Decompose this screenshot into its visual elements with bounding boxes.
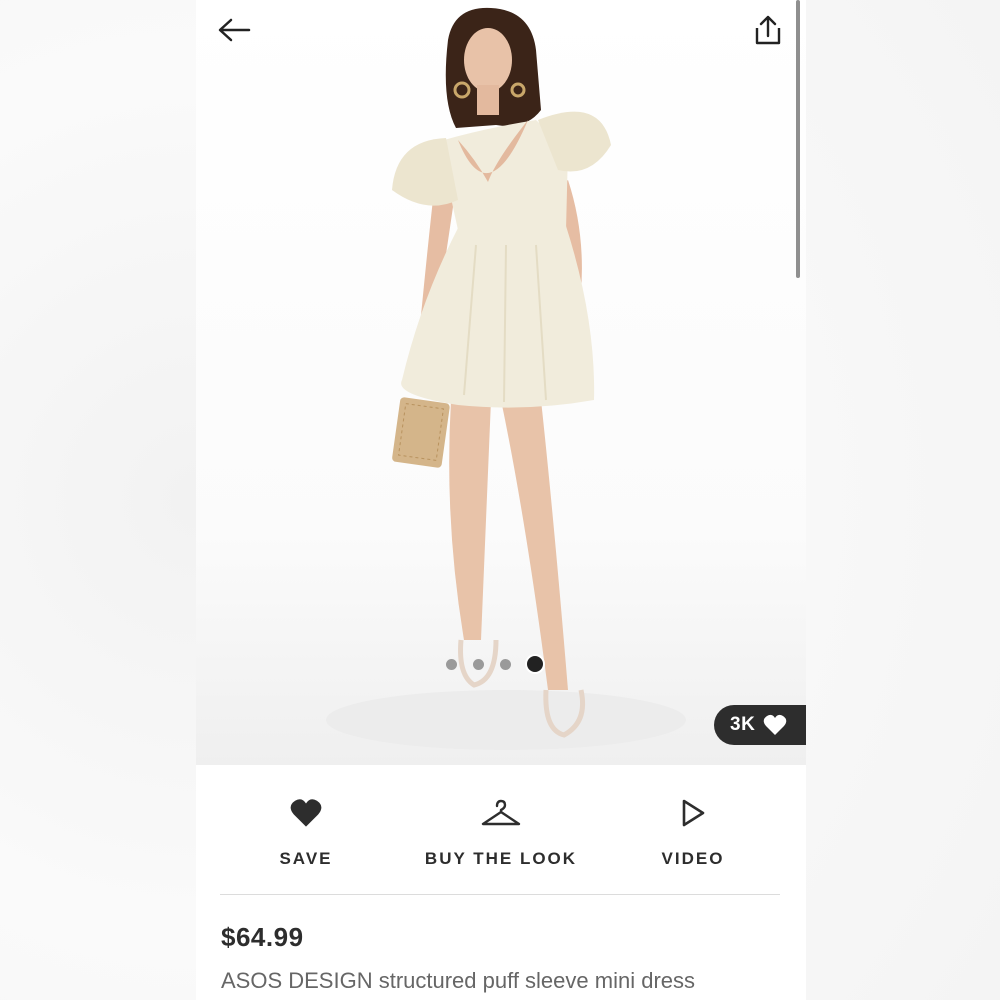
video-label: VIDEO bbox=[661, 849, 725, 868]
share-icon bbox=[755, 15, 781, 45]
hanger-icon bbox=[481, 799, 521, 826]
carousel-indicator bbox=[446, 656, 543, 672]
product-page: 3K SAVE BUY THE LOOK VIDEO $64.99 ASOS D… bbox=[196, 0, 806, 1000]
scrollbar[interactable] bbox=[796, 0, 800, 278]
likes-badge: 3K bbox=[714, 705, 806, 745]
video-button[interactable]: VIDEO bbox=[648, 795, 738, 869]
share-button[interactable] bbox=[748, 12, 788, 48]
heart-icon bbox=[764, 714, 787, 735]
product-image bbox=[326, 7, 686, 750]
play-icon bbox=[682, 799, 705, 827]
carousel-dot-active[interactable] bbox=[527, 656, 543, 672]
product-actions: SAVE BUY THE LOOK VIDEO bbox=[196, 765, 806, 895]
heart-icon bbox=[290, 799, 322, 827]
product-image-carousel[interactable]: 3K bbox=[196, 0, 806, 765]
likes-count: 3K bbox=[730, 714, 756, 735]
save-label: SAVE bbox=[279, 849, 333, 868]
carousel-dot[interactable] bbox=[500, 658, 511, 670]
product-price: $64.99 bbox=[221, 922, 304, 952]
save-button[interactable]: SAVE bbox=[261, 795, 351, 869]
divider bbox=[220, 894, 780, 895]
carousel-dot[interactable] bbox=[446, 658, 457, 670]
buy-the-look-button[interactable]: BUY THE LOOK bbox=[416, 795, 586, 869]
back-button[interactable] bbox=[214, 12, 254, 48]
buy-the-look-label: BUY THE LOOK bbox=[424, 849, 578, 868]
product-title: ASOS DESIGN structured puff sleeve mini … bbox=[221, 968, 695, 993]
carousel-dot[interactable] bbox=[473, 658, 484, 670]
arrow-left-icon bbox=[218, 18, 251, 42]
